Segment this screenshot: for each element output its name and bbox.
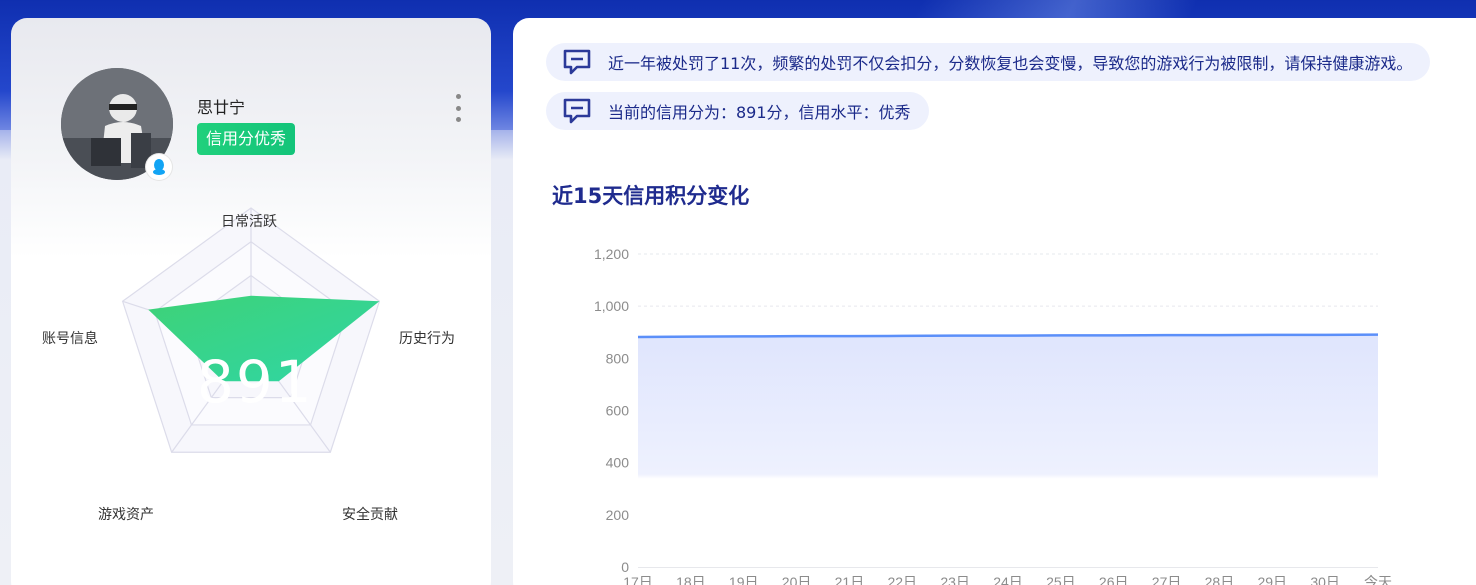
radar-label-account-info: 账号信息 xyxy=(42,331,98,347)
credit-detail-card: 近一年被处罚了11次，频繁的处罚不仅会扣分，分数恢复也会变慢，导致您的游戏行为被… xyxy=(513,18,1476,585)
x-tick-label: 18日 xyxy=(676,574,706,585)
x-tick-label: 30日 xyxy=(1310,574,1340,585)
credit-trend-chart: 0 200 400 600 800 1,000 1,200 17日 18日 19日 20日 21日 22… xyxy=(594,246,1392,585)
y-tick-label: 1,200 xyxy=(594,246,629,262)
radar-label-game-assets: 游戏资产 xyxy=(98,507,154,523)
x-tick-label: 22日 xyxy=(887,574,917,585)
y-tick-label: 1,000 xyxy=(594,298,629,314)
x-tick-label: 28日 xyxy=(1205,574,1235,585)
x-tick-label: 25日 xyxy=(1046,574,1076,585)
x-tick-label: 27日 xyxy=(1152,574,1182,585)
radar-chart xyxy=(121,207,381,453)
x-tick-label: 23日 xyxy=(940,574,970,585)
x-tick-label: 21日 xyxy=(835,574,865,585)
y-tick-label: 200 xyxy=(606,507,630,523)
credit-score-value: 891 xyxy=(197,348,314,416)
series-area xyxy=(638,334,1378,567)
radar-label-daily-active: 日常活跃 xyxy=(221,214,277,230)
x-tick-label: 今天 xyxy=(1364,574,1392,585)
y-tick-label: 400 xyxy=(606,455,630,471)
x-tick-label: 17日 xyxy=(623,574,653,585)
x-tick-label: 29日 xyxy=(1257,574,1287,585)
radar-label-history-behavior: 历史行为 xyxy=(399,331,455,347)
y-tick-label: 600 xyxy=(606,403,630,419)
x-tick-label: 26日 xyxy=(1099,574,1129,585)
x-tick-label: 19日 xyxy=(729,574,759,585)
y-tick-label: 0 xyxy=(621,559,629,575)
profile-card: 思廿宁 信用分优秀 日常活跃 历史行为 安全贡献 游戏资产 账号信息 891 xyxy=(11,18,491,585)
y-tick-label: 800 xyxy=(606,350,630,366)
x-tick-label: 24日 xyxy=(993,574,1023,585)
x-tick-label: 20日 xyxy=(782,574,812,585)
radar-label-security-contribution: 安全贡献 xyxy=(342,507,398,523)
